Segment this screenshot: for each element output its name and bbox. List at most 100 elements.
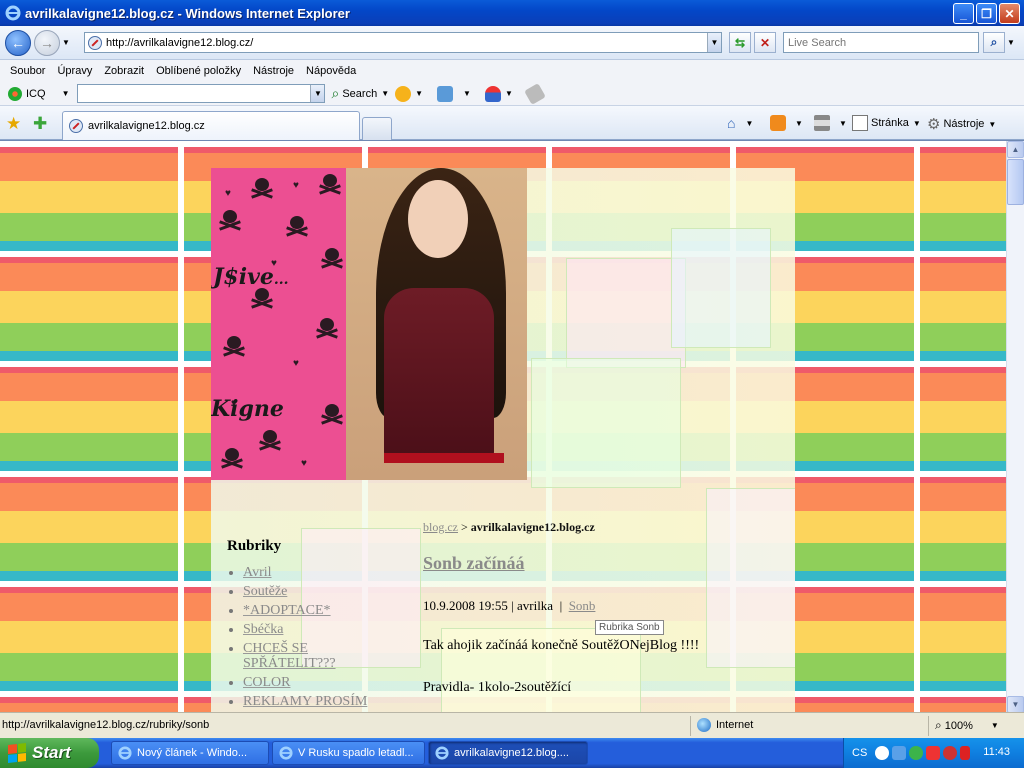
start-button[interactable]: Start <box>0 738 99 768</box>
icq-search-field[interactable]: ▼ <box>77 84 326 103</box>
rss-button[interactable]: ▼ <box>770 115 803 131</box>
alert-icon[interactable] <box>926 746 941 760</box>
list-item[interactable]: Sbéčka <box>243 622 397 637</box>
stop-button[interactable]: ✕ <box>754 32 776 53</box>
list-item[interactable]: Soutěže <box>243 584 397 599</box>
tools-menu-dropdown-icon: ▼ <box>988 119 997 129</box>
list-item[interactable]: Avril <box>243 565 397 580</box>
forward-button[interactable]: → <box>34 30 60 56</box>
page-menu-button[interactable]: Stránka ▼ <box>852 115 921 131</box>
category-link[interactable]: REKLAMY PROSÍM <box>243 694 367 709</box>
close-button[interactable]: ✕ <box>999 3 1020 24</box>
refresh-button[interactable]: ⇆ <box>729 32 751 53</box>
user-icon <box>484 85 501 102</box>
icq-field-dropdown-icon[interactable]: ▼ <box>310 85 325 102</box>
photo-belt <box>384 453 504 463</box>
icq-search-button[interactable]: ⌕ Search ▼ <box>331 85 389 102</box>
print-button[interactable]: ▼ <box>814 115 847 131</box>
address-input[interactable]: http://avrilkalavigne12.blog.cz/ <box>84 32 722 53</box>
category-link[interactable]: Avril <box>243 565 272 580</box>
menu-edit[interactable]: Úpravy <box>51 65 98 77</box>
breadcrumb-separator: > <box>461 520 468 534</box>
new-tab-button[interactable] <box>362 117 392 140</box>
category-link[interactable]: COLOR <box>243 675 290 690</box>
menu-favorites[interactable]: Oblíbené položky <box>150 65 247 77</box>
antivirus-icon[interactable] <box>909 746 924 760</box>
breadcrumb-home-link[interactable]: blog.cz <box>423 520 458 534</box>
tab-page-icon <box>69 119 83 133</box>
menu-file[interactable]: Soubor <box>4 65 51 77</box>
article-author: avrilka <box>516 598 554 613</box>
back-button[interactable]: ← <box>5 30 31 56</box>
smiley-button[interactable]: ▼ <box>395 85 424 102</box>
window-title: avrilkalavigne12.blog.cz - Windows Inter… <box>25 5 350 21</box>
zoom-magnifier-icon: ⌕ <box>935 718 942 732</box>
article-title[interactable]: Sonb začínáá <box>423 553 783 574</box>
forward-arrow-icon: → <box>40 35 54 51</box>
zoom-control[interactable]: ⌕ 100% ▼ <box>935 718 999 733</box>
tray-expand-icon[interactable] <box>875 746 890 760</box>
user-button[interactable]: ▼ <box>484 85 513 102</box>
add-favorites-icon[interactable]: ✚ <box>33 114 47 134</box>
security-zone[interactable]: Internet <box>697 718 753 732</box>
icq-dropdown-icon: ▼ <box>61 89 70 98</box>
list-item[interactable]: COLOR <box>243 675 397 690</box>
scroll-thumb[interactable] <box>1007 159 1024 205</box>
category-link[interactable]: CHCEŠ SE SPŘÁTELIT??? <box>243 641 336 671</box>
taskbar: Start Nový článek - Windo... V Rusku spa… <box>0 738 1024 768</box>
list-item[interactable]: *ADOPTACE* <box>243 603 397 618</box>
search-button[interactable]: ⌕ <box>983 32 1005 53</box>
taskbar-item-label: avrilkalavigne12.blog.... <box>454 747 569 759</box>
magnifier-icon: ⌕ <box>331 85 340 101</box>
article-category-link[interactable]: Sonb <box>569 598 596 613</box>
scroll-up-button[interactable]: ▲ <box>1007 141 1024 158</box>
tab-active[interactable]: avrilkalavigne12.blog.cz <box>62 111 360 140</box>
address-dropdown-icon[interactable]: ▼ <box>707 33 721 52</box>
minimize-button[interactable]: _ <box>953 3 974 24</box>
check-button[interactable]: ▼ <box>437 85 471 102</box>
home-button[interactable]: ⌂ ▼ <box>727 115 753 131</box>
list-item[interactable]: CHCEŠ SE SPŘÁTELIT??? <box>243 641 397 671</box>
vertical-scrollbar[interactable]: ▲ ▼ <box>1006 141 1024 712</box>
status-url: http://avrilkalavigne12.blog.cz/rubriky/… <box>2 719 210 731</box>
history-dropdown-icon[interactable]: ▼ <box>62 38 70 47</box>
network-icon[interactable] <box>892 746 907 760</box>
favorites-star-icon[interactable]: ★ <box>6 114 21 134</box>
menu-help[interactable]: Nápověda <box>300 65 362 77</box>
smiley-dropdown-icon: ▼ <box>415 89 424 98</box>
category-link[interactable]: *ADOPTACE* <box>243 603 331 618</box>
search-options-icon[interactable]: ▼ <box>1007 38 1015 47</box>
bg-tile <box>671 228 771 348</box>
menu-tools[interactable]: Nástroje <box>247 65 300 77</box>
address-row: ← → ▼ http://avrilkalavigne12.blog.cz/ ▼… <box>0 26 1024 60</box>
taskbar-item[interactable]: V Rusku spadlo letadl... <box>272 741 425 765</box>
tools-menu-button[interactable]: ⚙ Nástroje ▼ <box>927 115 996 133</box>
icq-button[interactable]: ICQ ▼ <box>8 86 70 101</box>
breadcrumb-current: avrilkalavigne12.blog.cz <box>470 520 595 534</box>
menu-view[interactable]: Zobrazit <box>98 65 150 77</box>
smiley-icon <box>395 85 412 102</box>
search-dropdown-icon: ▼ <box>381 89 390 98</box>
home-dropdown-icon: ▼ <box>745 118 754 128</box>
language-indicator[interactable]: CS <box>852 747 867 759</box>
security-icon[interactable] <box>943 746 958 760</box>
taskbar-item[interactable]: Nový článek - Windo... <box>111 741 269 765</box>
eraser-button[interactable] <box>523 82 546 105</box>
skull-icon <box>319 174 341 196</box>
page-viewport[interactable]: ♥ ♥ ♥ ♥ ♥ ♥ J$ive... Kigne Rubriky Avril… <box>0 140 1024 712</box>
list-item[interactable]: REKLAMY PROSÍM <box>243 694 397 709</box>
print-dropdown-icon: ▼ <box>839 118 847 128</box>
eraser-icon <box>523 82 546 105</box>
category-link[interactable]: Sbéčka <box>243 622 283 637</box>
volume-icon[interactable] <box>960 746 971 760</box>
category-link[interactable]: Soutěže <box>243 584 287 599</box>
skull-icon <box>251 178 273 200</box>
system-tray: CS 11:43 <box>843 738 1024 768</box>
title-bar[interactable]: avrilkalavigne12.blog.cz - Windows Inter… <box>0 0 1024 26</box>
scroll-down-button[interactable]: ▼ <box>1007 696 1024 712</box>
taskbar-item-label: V Rusku spadlo letadl... <box>298 747 414 759</box>
zoom-dropdown-icon: ▼ <box>990 721 999 730</box>
maximize-button[interactable]: ❐ <box>976 3 997 24</box>
taskbar-item-active[interactable]: avrilkalavigne12.blog.... <box>428 741 588 765</box>
live-search-input[interactable] <box>783 32 979 53</box>
